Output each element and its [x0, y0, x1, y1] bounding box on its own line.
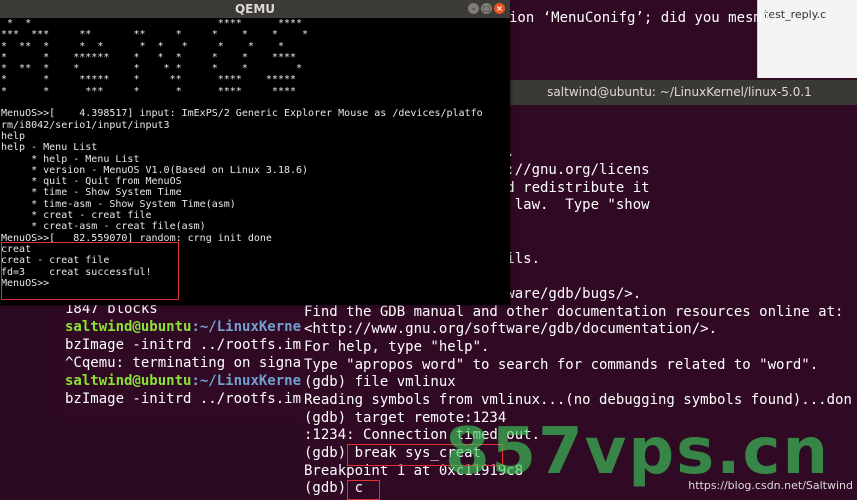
- prompt-user: saltwind@ubuntu: [65, 319, 192, 335]
- gdb-terminal-title: saltwind@ubuntu: ~/LinuxKernel/linux-5.0…: [547, 85, 812, 99]
- terminal-line: Find the GDB manual and other documentat…: [304, 303, 844, 320]
- terminal-line: bzImage -initrd ../rootfs.im: [65, 391, 302, 407]
- terminal-line: ion ‘MenuConifg’; did you me: [509, 10, 746, 26]
- shell-terminal-output: 1847 blocks saltwind@ubuntu:~/LinuxKerne…: [60, 300, 302, 408]
- terminal-line: ^Cqemu: terminating on signa: [65, 355, 302, 371]
- prompt-path: :~/LinuxKerne: [191, 319, 302, 335]
- minimize-icon[interactable]: –: [468, 3, 479, 14]
- terminal-line: * * **** ****: [1, 18, 303, 29]
- watermark-text: 857vps.cn: [445, 415, 831, 489]
- terminal-line: * help - Menu List: [1, 153, 140, 165]
- terminal-line: * quit - Quit from MenuOS: [1, 176, 182, 188]
- qemu-title: QEMU: [234, 2, 276, 16]
- terminal-line: * time-asm - Show System Time(asm): [1, 198, 236, 210]
- terminal-line: * creat-asm - creat file(asm): [1, 221, 206, 233]
- terminal-line: <http://www.gnu.org/software/gdb/documen…: [304, 321, 718, 338]
- terminal-line: rm/i8042/serio1/input/input3: [1, 119, 170, 131]
- close-icon[interactable]: ×: [494, 3, 505, 14]
- highlight-creat-output: [1, 242, 179, 300]
- terminal-line: * ** * * * * * * * *: [1, 63, 303, 75]
- terminal-line: Type "apropos word" to search for comman…: [304, 356, 819, 373]
- terminal-line: *** *** ** ** * * * * *: [1, 29, 309, 41]
- terminal-line: bzImage -initrd ../rootfs.im: [65, 337, 302, 353]
- highlight-continue-command: [347, 480, 380, 500]
- csdn-credit: https://blog.csdn.net/Saltwind: [688, 479, 853, 492]
- terminal-line: * creat - creat file: [1, 210, 152, 222]
- terminal-line: For help, type "help".: [304, 338, 490, 355]
- terminal-line: * version - MenuOS V1.0(Based on Linux 3…: [1, 164, 309, 176]
- qemu-titlebar[interactable]: QEMU – □ ×: [0, 0, 510, 18]
- maximize-icon[interactable]: □: [481, 3, 492, 14]
- terminal-line: * ** * * * * * * * * *: [1, 40, 284, 52]
- terminal-line: MenuOS>>[ 4.398517] input: ImExPS/2 Gene…: [1, 108, 483, 120]
- terminal-line: * * *** * * **** ****: [1, 85, 297, 97]
- prompt-user: saltwind@ubuntu: [65, 373, 192, 389]
- shell-terminal-window[interactable]: 1847 blocks saltwind@ubuntu:~/LinuxKerne…: [60, 300, 302, 420]
- terminal-line: (gdb) file vmlinux: [304, 374, 456, 391]
- terminal-line: help: [1, 130, 26, 142]
- terminal-line: Reading symbols from vmlinux...(no debug…: [304, 392, 852, 408]
- background-terminal-window[interactable]: ion ‘MenuConifg’; did you mesm);: [495, 0, 779, 78]
- terminal-line: * * ***** * ** **** *****: [1, 74, 297, 86]
- terminal-line: * time - Show System Time: [1, 187, 182, 199]
- terminal-line: help - Menu List: [1, 142, 98, 154]
- prompt-path: :~/LinuxKerne: [191, 373, 302, 389]
- terminal-line: * * ****** * * * * * ****: [1, 51, 297, 63]
- background-terminal-output: ion ‘MenuConifg’; did you mesm);: [495, 0, 779, 28]
- terminal-line: sm);: [745, 10, 779, 26]
